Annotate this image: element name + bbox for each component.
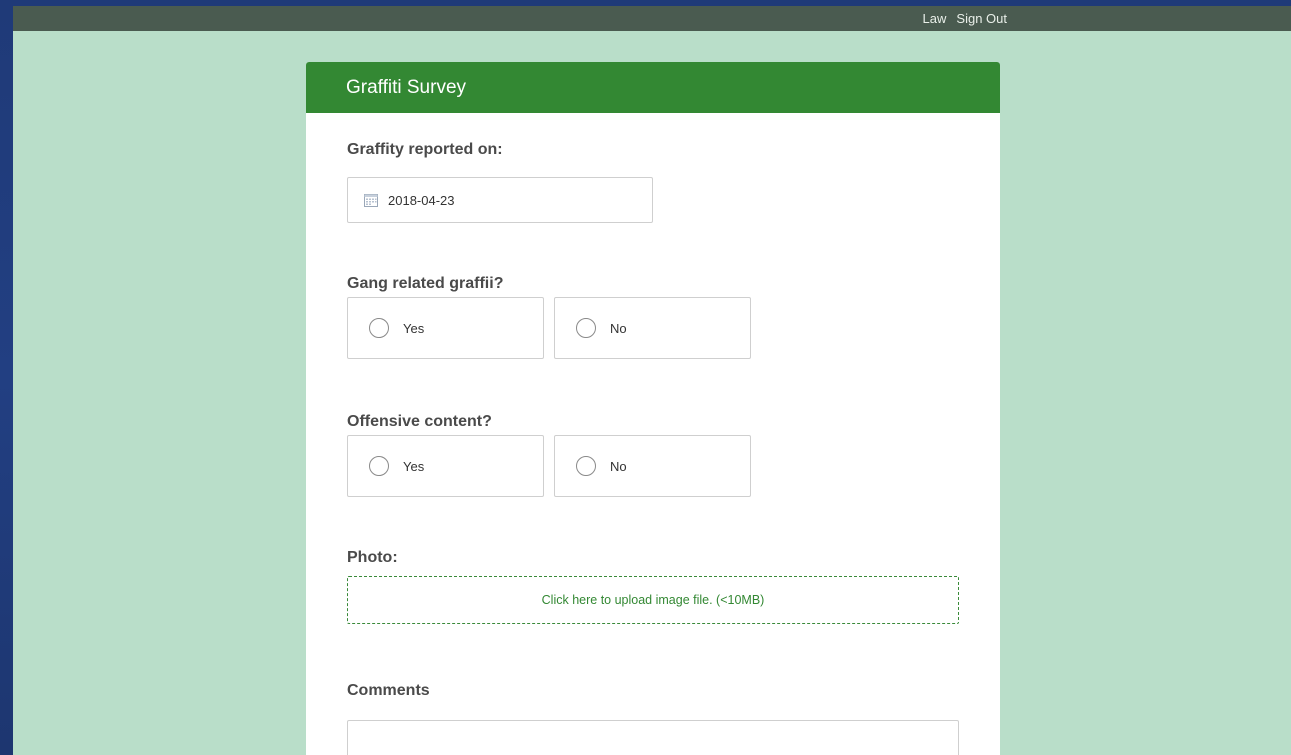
gang-yes-label: Yes bbox=[403, 320, 425, 336]
offensive-no-label: No bbox=[610, 458, 627, 474]
date-question-label: Graffity reported on: bbox=[347, 141, 503, 158]
date-field[interactable]: 2018-04-23 bbox=[347, 177, 653, 223]
sign-out-link[interactable]: Sign Out bbox=[956, 11, 1007, 26]
app-window: Law Sign Out Graffiti Survey Graffity re… bbox=[13, 6, 1291, 755]
radio-circle-icon[interactable] bbox=[369, 318, 389, 338]
survey-card: Graffiti Survey Graffity reported on: 20… bbox=[306, 62, 1000, 755]
gang-yes-option[interactable]: Yes bbox=[347, 297, 544, 359]
gang-no-option[interactable]: No bbox=[554, 297, 751, 359]
date-value: 2018-04-23 bbox=[388, 192, 455, 208]
radio-circle-icon[interactable] bbox=[576, 318, 596, 338]
radio-circle-icon[interactable] bbox=[369, 456, 389, 476]
top-bar-links: Law Sign Out bbox=[923, 6, 1007, 31]
user-link[interactable]: Law bbox=[923, 11, 947, 26]
radio-circle-icon[interactable] bbox=[576, 456, 596, 476]
offensive-yes-option[interactable]: Yes bbox=[347, 435, 544, 497]
photo-upload-dropzone[interactable]: Click here to upload image file. (<10MB) bbox=[347, 576, 959, 624]
photo-label: Photo: bbox=[347, 549, 398, 566]
top-bar: Law Sign Out bbox=[13, 6, 1291, 31]
comments-label: Comments bbox=[347, 682, 430, 699]
offensive-question-label: Offensive content? bbox=[347, 413, 492, 430]
calendar-icon bbox=[364, 193, 378, 207]
gang-no-label: No bbox=[610, 320, 627, 336]
comments-textarea[interactable] bbox=[347, 720, 959, 755]
gang-question-label: Gang related graffii? bbox=[347, 275, 504, 292]
offensive-no-option[interactable]: No bbox=[554, 435, 751, 497]
survey-title: Graffiti Survey bbox=[306, 62, 1000, 113]
offensive-yes-label: Yes bbox=[403, 458, 425, 474]
